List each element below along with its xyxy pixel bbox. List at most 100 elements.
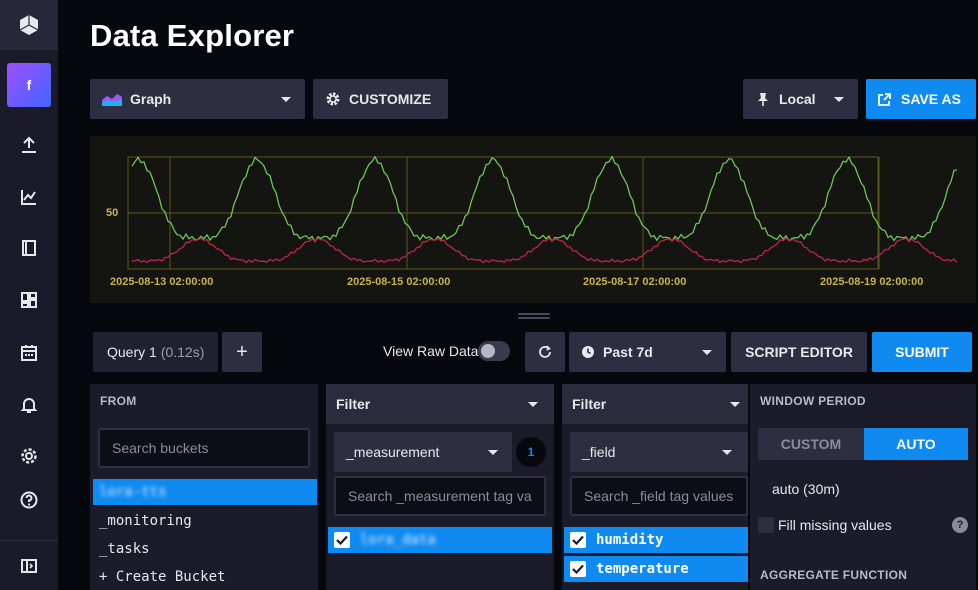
auto-window-value: auto (30m) xyxy=(772,481,840,497)
measurement-search-input[interactable]: Search _measurement tag va xyxy=(334,476,546,516)
aggregate-function-title: AGGREGATE FUNCTION xyxy=(760,568,908,582)
chevron-down-icon xyxy=(528,402,538,407)
field-search-input[interactable]: Search _field tag values xyxy=(570,476,748,516)
field-item[interactable]: temperature xyxy=(564,556,748,582)
resize-handle[interactable] xyxy=(518,313,550,319)
help-icon[interactable]: ? xyxy=(952,517,968,533)
x-tick-label: 2025-08-13 02:00:00 xyxy=(110,276,213,288)
chevron-down-icon xyxy=(281,97,291,102)
script-editor-label: SCRIPT EDITOR xyxy=(745,344,853,360)
gear-icon xyxy=(21,448,37,464)
temperature-series-line xyxy=(131,237,958,264)
chevron-down-icon xyxy=(702,350,712,355)
script-editor-button[interactable]: SCRIPT EDITOR xyxy=(731,332,867,372)
field-name: humidity xyxy=(596,532,664,548)
submit-button[interactable]: SUBMIT xyxy=(872,332,972,372)
chevron-down-icon xyxy=(722,450,732,455)
window-period-panel: WINDOW PERIOD CUSTOM AUTO auto (30m) Fil… xyxy=(750,384,976,590)
sidebar-item-alerts[interactable] xyxy=(0,385,58,425)
sidebar-item-data-explorer[interactable] xyxy=(0,177,58,217)
chevron-down-icon xyxy=(834,97,844,102)
influx-logo[interactable] xyxy=(0,0,58,50)
auto-window-button[interactable]: AUTO xyxy=(864,428,968,460)
timezone-dropdown[interactable]: Local xyxy=(743,79,858,119)
fill-missing-label: Fill missing values xyxy=(778,517,892,533)
external-link-icon xyxy=(878,92,891,106)
sidebar-item-settings[interactable] xyxy=(0,436,58,476)
save-as-label: SAVE AS xyxy=(901,91,961,107)
measurement-search-placeholder: Search _measurement tag va xyxy=(348,488,532,504)
bucket-name: _monitoring xyxy=(99,513,192,529)
humidity-series-line xyxy=(131,155,958,243)
collapse-icon xyxy=(21,558,37,573)
upload-icon xyxy=(22,136,36,153)
plus-icon: + xyxy=(236,340,248,363)
refresh-icon xyxy=(539,345,551,358)
sidebar-item-dashboards[interactable] xyxy=(0,280,58,320)
x-tick-label: 2025-08-15 02:00:00 xyxy=(347,276,450,288)
bucket-search-input[interactable]: Search buckets xyxy=(98,428,310,468)
create-bucket-item[interactable]: + Create Bucket xyxy=(93,564,317,590)
gear-icon xyxy=(326,92,340,106)
bell-icon xyxy=(20,398,38,413)
help-icon xyxy=(20,491,38,509)
field-search-placeholder: Search _field tag values xyxy=(584,488,734,504)
sidebar-item-load-data[interactable] xyxy=(0,125,58,165)
sidebar-nav: f xyxy=(0,0,58,590)
filter-key-label: _field xyxy=(582,444,616,460)
bucket-search-placeholder: Search buckets xyxy=(112,440,209,456)
time-series-graph: 50 2025-08-13 02:00:00 2025-08-15 02:00:… xyxy=(106,155,958,288)
page-title: Data Explorer xyxy=(90,18,295,53)
filter-panel-field: Filter _field Search _field tag values h… xyxy=(562,384,748,590)
time-range-dropdown[interactable]: Past 7d xyxy=(569,332,726,372)
checkbox-checked-icon xyxy=(570,561,586,577)
from-panel-title: FROM xyxy=(100,394,137,408)
fill-missing-checkbox[interactable] xyxy=(758,517,774,533)
bucket-item[interactable]: lora-tts xyxy=(93,479,317,505)
customize-label: CUSTOMIZE xyxy=(349,91,432,107)
refresh-button[interactable] xyxy=(525,332,565,372)
query-tab[interactable]: Query 1 (0.12s) xyxy=(93,332,218,372)
time-range-label: Past 7d xyxy=(603,344,653,360)
filter-panel-title: Filter xyxy=(572,396,607,412)
graph-viz-icon xyxy=(102,94,122,106)
app-root: f Data Explorer Graph CUSTOMIZE Local SA… xyxy=(0,0,978,590)
sidebar-collapse-button[interactable] xyxy=(0,540,58,590)
y-tick-label: 50 xyxy=(106,207,118,219)
chevron-down-icon xyxy=(488,450,498,455)
bucket-item[interactable]: _tasks xyxy=(93,536,317,562)
customize-button[interactable]: CUSTOMIZE xyxy=(313,79,448,119)
view-raw-data-toggle[interactable] xyxy=(478,341,510,361)
chevron-down-icon xyxy=(730,402,740,407)
viz-type-dropdown[interactable]: Graph xyxy=(90,79,305,119)
custom-window-button[interactable]: CUSTOM xyxy=(758,428,864,460)
bucket-item[interactable]: _monitoring xyxy=(93,508,317,534)
add-query-button[interactable]: + xyxy=(222,332,262,372)
sidebar-item-notebooks[interactable] xyxy=(0,228,58,268)
x-tick-label: 2025-08-17 02:00:00 xyxy=(583,276,686,288)
logo-icon xyxy=(19,15,39,35)
query-tab-time: (0.12s) xyxy=(160,344,205,360)
viz-type-label: Graph xyxy=(130,91,172,107)
selected-count-badge: 1 xyxy=(516,437,546,467)
sidebar-item-help[interactable] xyxy=(0,480,58,520)
clock-icon xyxy=(582,346,594,358)
x-tick-label: 2025-08-19 02:00:00 xyxy=(820,276,923,288)
measurement-item[interactable]: lora_data xyxy=(328,527,552,553)
field-item[interactable]: humidity xyxy=(564,527,748,553)
field-name: temperature xyxy=(596,561,689,577)
filter-panel-header[interactable]: Filter xyxy=(562,384,748,424)
save-as-button[interactable]: SAVE AS xyxy=(866,79,976,119)
filter-panel-header[interactable]: Filter xyxy=(326,384,554,424)
bucket-name: lora-tts xyxy=(99,484,167,500)
filter-key-dropdown[interactable]: _field xyxy=(570,432,748,472)
org-initial: f xyxy=(26,77,32,93)
query-tab-label: Query 1 xyxy=(107,344,157,360)
sidebar-item-tasks[interactable] xyxy=(0,333,58,373)
filter-key-dropdown[interactable]: _measurement xyxy=(334,432,512,472)
org-avatar[interactable]: f xyxy=(7,63,51,107)
submit-label: SUBMIT xyxy=(895,344,949,360)
view-raw-data-label: View Raw Data xyxy=(383,343,479,359)
filter-panel-title: Filter xyxy=(336,396,371,412)
measurement-name: lora_data xyxy=(360,532,436,548)
